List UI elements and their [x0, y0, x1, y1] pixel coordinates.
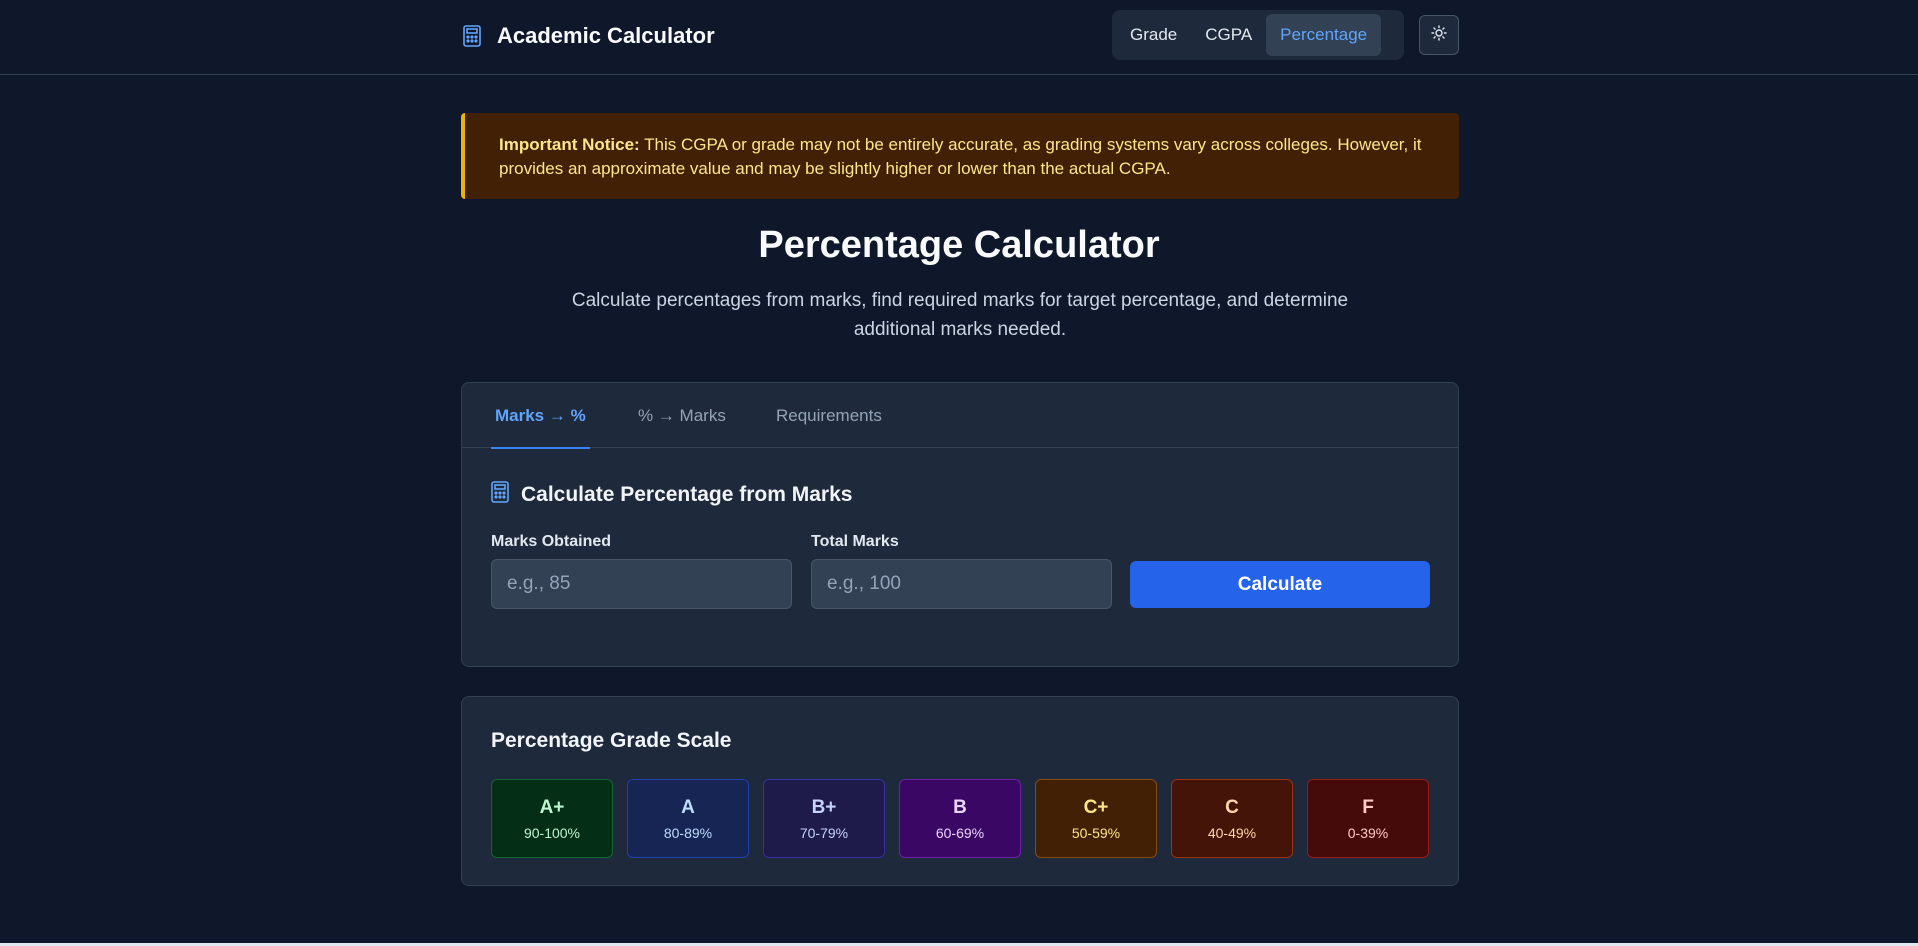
grade-box: F 0-39% [1307, 779, 1429, 858]
grade-letter: A [681, 796, 695, 818]
nav-grade[interactable]: Grade [1116, 14, 1191, 56]
top-header: Academic Calculator Grade CGPA Percentag… [0, 0, 1918, 75]
theme-toggle-button[interactable] [1419, 15, 1459, 55]
grade-box: C+ 50-59% [1035, 779, 1157, 858]
grade-box: A 80-89% [627, 779, 749, 858]
grade-box: B+ 70-79% [763, 779, 885, 858]
grade-letter: C+ [1083, 796, 1109, 818]
grade-scale-list: A+ 90-100% A 80-89% B+ 70-79% B 60-69% C… [491, 779, 1429, 858]
grade-box: B 60-69% [899, 779, 1021, 858]
notice-label: Important Notice: [499, 135, 640, 154]
tab-requirements[interactable]: Requirements [772, 383, 886, 448]
sun-icon [1431, 24, 1447, 46]
calculator-icon [491, 481, 509, 508]
calculator-icon [461, 25, 483, 47]
grade-letter: F [1362, 796, 1374, 818]
calculator-tabs: Marks → % % → Marks Requirements [462, 383, 1458, 449]
grade-scale-title: Percentage Grade Scale [491, 729, 732, 752]
grade-letter: C [1225, 796, 1239, 818]
important-notice: Important Notice: This CGPA or grade may… [461, 113, 1459, 199]
tab-percent-to-marks[interactable]: % → Marks [634, 383, 730, 448]
main-nav: Grade CGPA Percentage [1112, 10, 1404, 60]
marks-obtained-label: Marks Obtained [491, 533, 612, 550]
grade-letter: B [953, 796, 967, 818]
calculate-button[interactable]: Calculate [1130, 561, 1430, 608]
grade-range: 40-49% [1207, 824, 1257, 841]
grade-range: 70-79% [799, 824, 849, 841]
grade-range: 0-39% [1347, 824, 1389, 841]
grade-range: 60-69% [935, 824, 985, 841]
grade-letter: A+ [539, 796, 565, 818]
grade-box: C 40-49% [1171, 779, 1293, 858]
section-title: Calculate Percentage from Marks [521, 482, 853, 506]
total-marks-input[interactable] [811, 559, 1112, 609]
grade-range: 50-59% [1071, 824, 1121, 841]
brand[interactable]: Academic Calculator [461, 20, 715, 52]
marks-obtained-input[interactable] [491, 559, 792, 609]
nav-cgpa[interactable]: CGPA [1191, 14, 1266, 56]
tab-marks-to-percent[interactable]: Marks → % [491, 383, 590, 449]
page-title: Percentage Calculator [758, 224, 1160, 266]
grade-range: 90-100% [523, 824, 581, 841]
grade-box: A+ 90-100% [491, 779, 613, 858]
grade-range: 80-89% [663, 824, 713, 841]
grade-scale-card: Percentage Grade Scale A+ 90-100% A 80-8… [461, 696, 1459, 886]
app-title: Academic Calculator [497, 23, 715, 48]
page-subtitle: Calculate percentages from marks, find r… [571, 290, 1349, 340]
section-header: Calculate Percentage from Marks [491, 481, 852, 508]
nav-percentage[interactable]: Percentage [1266, 14, 1382, 56]
total-marks-label: Total Marks [811, 533, 899, 550]
calculator-card: Marks → % % → Marks Requirements Calcula… [461, 382, 1459, 667]
grade-letter: B+ [811, 796, 837, 818]
